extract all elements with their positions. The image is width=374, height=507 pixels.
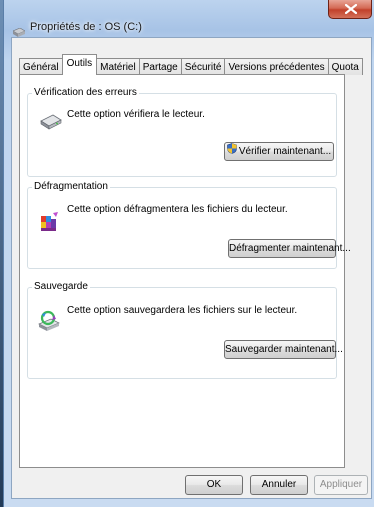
drive-title-icon (12, 24, 26, 37)
apply-button[interactable]: Appliquer (314, 475, 368, 495)
drive-icon (40, 114, 62, 135)
tab-strip: Général Outils Matériel Partage Sécurité… (19, 54, 363, 75)
properties-window: Propriétés de : OS (C:) Général Outils M… (0, 0, 374, 507)
defrag-now-button[interactable]: Défragmenter maintenant... (228, 239, 351, 258)
defrag-description: Cette option défragmentera les fichiers … (67, 204, 288, 215)
title-bar[interactable]: Propriétés de : OS (C:) (3, 0, 374, 40)
error-check-group: Vérification des erreurs Cette option vé… (27, 87, 337, 177)
backup-now-label: Sauvegarder maintenant... (225, 344, 343, 355)
tab-partage[interactable]: Partage (138, 58, 182, 75)
defrag-icon (39, 211, 61, 238)
backup-now-button[interactable]: Sauvegarder maintenant... (224, 340, 343, 359)
cancel-button[interactable]: Annuler (250, 475, 308, 495)
backup-group: Sauvegarde Cette option sauvegardera les… (27, 281, 343, 379)
error-check-description: Cette option vérifiera le lecteur. (67, 109, 205, 120)
tools-tab-panel: Vérification des erreurs Cette option vé… (19, 74, 351, 468)
defrag-group: Défragmentation Cette option défragmente… (27, 181, 351, 269)
tab-materiel[interactable]: Matériel (96, 58, 140, 75)
backup-title: Sauvegarde (32, 281, 90, 292)
ok-button[interactable]: OK (185, 475, 243, 495)
dialog-client-area: Général Outils Matériel Partage Sécurité… (11, 37, 372, 499)
check-now-button[interactable]: Vérifier maintenant... (224, 142, 334, 161)
defrag-now-label: Défragmenter maintenant... (229, 243, 351, 254)
window-title: Propriétés de : OS (C:) (30, 21, 142, 33)
tab-securite[interactable]: Sécurité (180, 58, 226, 75)
tab-versions-precedentes[interactable]: Versions précédentes (224, 58, 329, 75)
backup-description: Cette option sauvegardera les fichiers s… (67, 305, 298, 316)
uac-shield-icon (227, 143, 237, 160)
tab-quota[interactable]: Quota (327, 58, 363, 75)
tab-general[interactable]: Général (19, 58, 63, 75)
close-button[interactable] (328, 0, 372, 19)
close-icon (345, 4, 357, 14)
check-now-label: Vérifier maintenant... (238, 146, 332, 157)
backup-icon (38, 310, 62, 337)
tab-outils[interactable]: Outils (61, 54, 98, 75)
defrag-title: Défragmentation (32, 181, 110, 192)
error-check-title: Vérification des erreurs (32, 87, 139, 98)
